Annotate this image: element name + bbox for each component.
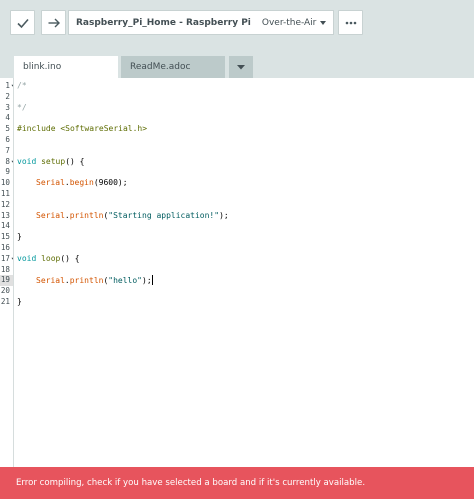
line-number: 6 [5,135,10,144]
tab-menu-button[interactable] [229,56,253,78]
tab-blink-ino[interactable]: blink.ino [14,56,118,78]
more-options-button[interactable] [338,10,363,35]
line-number: 17 ▾ [0,253,14,263]
error-status-bar: Error compiling, check if you have selec… [0,467,474,499]
chevron-down-icon [237,65,245,70]
verify-button[interactable] [10,10,35,35]
line-number: 12 [0,199,10,209]
line-number: 15 [0,232,10,242]
code-line: Serial.println("Starting application!"); [36,210,229,220]
right-arrow-icon [48,18,60,27]
line-number: 18 [0,264,10,274]
line-number: 20 [0,286,10,296]
tab-readme-adoc[interactable]: ReadMe.adoc [121,56,225,78]
line-number: 5 [5,124,10,134]
line-number: 14 [0,221,10,231]
code-line-current: Serial.println("hello"); [36,275,153,286]
line-number: 11 [0,189,10,198]
line-number: 16 [0,243,10,252]
toolbar: Raspberry_Pi_Home - Raspberry Pi Over-th… [0,0,474,46]
code-line: Serial.begin(9600); [36,178,128,188]
line-number: 8 ▾ [5,156,14,166]
board-selector[interactable]: Raspberry_Pi_Home - Raspberry Pi Over-th… [68,10,334,35]
error-message: Error compiling, check if you have selec… [16,478,366,488]
code-line: void setup() { [17,156,85,166]
caret-down-icon [320,21,326,25]
tab-bar: blink.ino ReadMe.adoc [0,46,474,78]
line-number: 9 [5,167,10,177]
ellipsis-icon [345,21,356,24]
checkmark-icon [16,18,29,28]
line-number: 10 [0,178,10,188]
code-line: #include <SoftwareSerial.h> [17,124,148,134]
line-number: 1 ▾ [5,81,14,90]
text-cursor [151,275,153,286]
line-number: 13 [0,210,10,220]
code-line: void loop() { [17,253,80,263]
code-line: */ [17,102,27,112]
line-number: 4 [5,113,10,123]
line-number: 7 [5,145,10,155]
board-port: Over-the-Air [261,17,317,28]
line-number-current: 19 [0,275,13,287]
board-name: Raspberry_Pi_Home - Raspberry Pi [76,17,251,28]
code-line: } [17,297,22,306]
code-line: /* [17,81,27,90]
line-number: 2 [5,91,10,101]
line-number: 3 [5,102,10,112]
code-editor[interactable]: /* */ #include <SoftwareSerial.h> void s… [14,78,474,467]
line-number-gutter: 1 ▾ 2 3 4 5 6 7 8 ▾ 9 10 11 12 13 14 15 16… [0,78,14,467]
upload-button[interactable] [41,10,66,35]
code-line: } [17,232,22,242]
line-number: 21 [0,297,10,306]
